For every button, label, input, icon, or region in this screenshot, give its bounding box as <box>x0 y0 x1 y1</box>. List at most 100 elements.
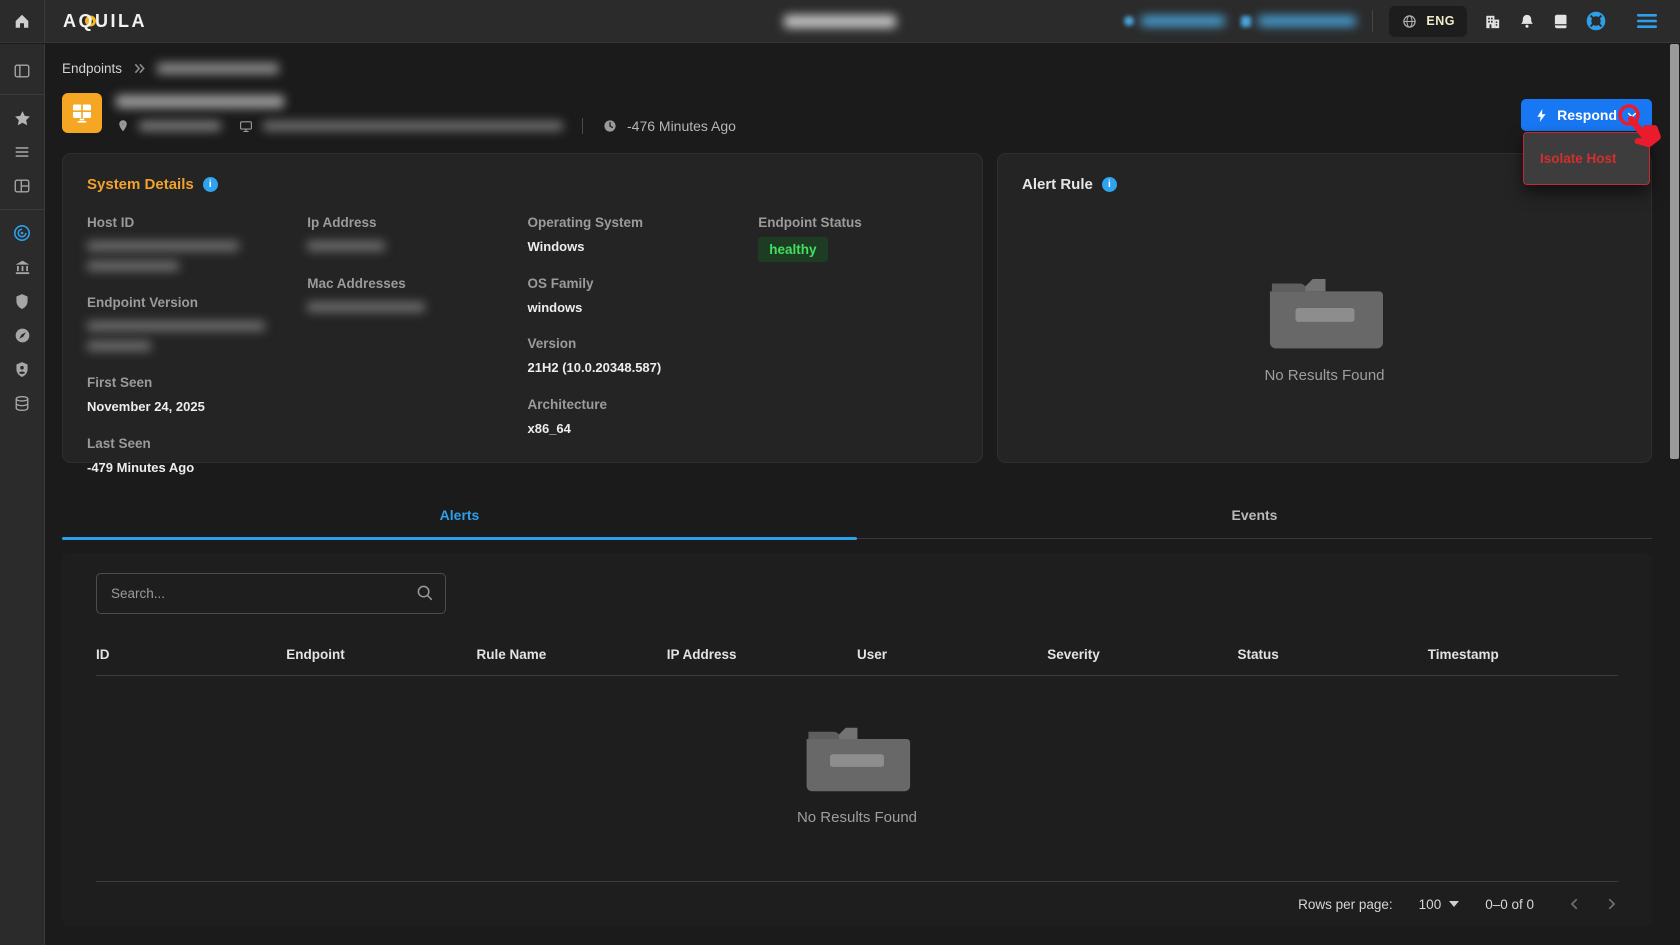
system-details-title: System Details <box>87 176 194 193</box>
alert-rule-empty-text: No Results Found <box>1264 367 1384 384</box>
architecture-value: x86_64 <box>528 419 749 439</box>
pagination-bar: Rows per page: 100 0–0 of 0 <box>96 882 1618 926</box>
host-os-redacted <box>263 121 563 131</box>
tab-alerts[interactable]: Alerts <box>62 507 857 538</box>
tab-bar: Alerts Events <box>62 507 1652 539</box>
empty-folder-icon <box>803 720 911 794</box>
endpoint-status-badge: healthy <box>758 237 827 262</box>
home-icon <box>13 12 31 30</box>
sidebar-item-dashboard[interactable] <box>0 318 45 352</box>
col-user: User <box>857 647 1047 662</box>
info-icon[interactable] <box>1102 177 1117 192</box>
sidebar-item-layout[interactable] <box>0 169 45 203</box>
notifications-button[interactable] <box>1518 12 1536 31</box>
windows-monitor-icon <box>70 101 94 125</box>
globe-icon <box>1401 13 1418 30</box>
isolate-host-menu-item[interactable]: Isolate Host <box>1524 133 1649 184</box>
breadcrumb: Endpoints <box>62 61 1652 76</box>
shield-icon <box>13 292 31 311</box>
sidebar-item-data[interactable] <box>0 386 45 420</box>
respond-dropdown: Isolate Host <box>1523 132 1650 185</box>
version-label: Version <box>528 336 749 351</box>
pagination-range: 0–0 of 0 <box>1485 897 1534 912</box>
operating-system-value: Windows <box>528 237 749 257</box>
sidebar-item-list[interactable] <box>0 135 45 169</box>
endpoint-status-label: Endpoint Status <box>758 215 958 230</box>
search-icon <box>415 583 435 603</box>
hamburger-menu-icon <box>1636 12 1658 30</box>
subinfo-divider <box>582 118 583 134</box>
respond-label: Respond <box>1557 107 1617 123</box>
sidebar-item-favorites[interactable] <box>0 101 45 135</box>
vertical-scrollbar <box>1670 44 1679 945</box>
endpoint-version-value-redacted <box>87 317 297 356</box>
sidebar-item-protection[interactable] <box>0 284 45 318</box>
col-rule-name: Rule Name <box>477 647 667 662</box>
pagination-controls <box>1568 897 1618 911</box>
double-chevron-icon <box>132 61 147 76</box>
host-last-seen: -476 Minutes Ago <box>627 118 736 134</box>
organization-button[interactable] <box>1483 12 1502 31</box>
star-icon <box>13 109 32 128</box>
sidebar-rail <box>0 44 45 945</box>
tab-events[interactable]: Events <box>857 507 1652 538</box>
book-icon <box>1552 12 1570 31</box>
menu-button[interactable] <box>1636 12 1658 30</box>
summary-cards: System Details Host ID Endpoint Version <box>62 153 1652 463</box>
docs-button[interactable] <box>1552 12 1570 31</box>
topbar-divider <box>1372 10 1373 32</box>
sidebar-item-organization[interactable] <box>0 250 45 284</box>
alerts-panel: ID Endpoint Rule Name IP Address User Se… <box>62 553 1652 926</box>
dot-icon <box>1124 16 1134 26</box>
caret-down-icon <box>1449 901 1459 907</box>
layout-icon <box>13 177 31 195</box>
list-icon <box>13 143 31 161</box>
breadcrumb-current-redacted <box>157 63 279 74</box>
mac-addresses-label: Mac Addresses <box>307 276 517 291</box>
brand-text: AQUILA <box>63 11 147 32</box>
radar-icon <box>12 223 32 243</box>
alerts-empty-state: No Results Found <box>96 720 1618 826</box>
breadcrumb-root-link[interactable]: Endpoints <box>62 61 122 76</box>
system-details-grid: Host ID Endpoint Version <box>87 215 958 496</box>
host-header: -476 Minutes Ago Respond Isolate Host <box>62 91 1652 134</box>
topbar-link-redacted-2[interactable] <box>1241 16 1356 27</box>
ip-address-label: Ip Address <box>307 215 517 230</box>
version-value: 21H2 (10.0.20348.587) <box>528 358 749 378</box>
topbar-link-redacted-1[interactable] <box>1124 16 1225 26</box>
host-subinfo: -476 Minutes Ago <box>116 118 736 134</box>
system-details-col-1: Host ID Endpoint Version <box>87 215 297 496</box>
rows-per-page-select[interactable]: 100 <box>1419 897 1460 912</box>
alerts-table-header: ID Endpoint Rule Name IP Address User Se… <box>96 647 1618 676</box>
col-id: ID <box>96 647 286 662</box>
host-id-value-redacted <box>87 237 297 276</box>
alert-rule-card: Alert Rule No Results Found <box>997 153 1652 463</box>
search-input[interactable] <box>96 573 446 614</box>
sidebar-item-endpoints-active[interactable] <box>0 216 45 250</box>
windows-host-icon <box>62 93 102 133</box>
next-page-button[interactable] <box>1604 897 1618 911</box>
sidebar-item-identity[interactable] <box>0 352 45 386</box>
language-selector[interactable]: ENG <box>1389 6 1467 37</box>
prev-page-button[interactable] <box>1568 897 1582 911</box>
sidebar-divider <box>0 209 45 210</box>
home-button[interactable] <box>0 0 45 42</box>
operating-system-label: Operating System <box>528 215 749 230</box>
col-timestamp: Timestamp <box>1428 647 1618 662</box>
info-icon[interactable] <box>203 177 218 192</box>
host-id-label: Host ID <box>87 215 297 230</box>
chevron-down-icon <box>1626 109 1638 121</box>
scrollbar-thumb[interactable] <box>1670 44 1679 459</box>
respond-button[interactable]: Respond <box>1521 99 1652 131</box>
organization-icon <box>1483 12 1502 31</box>
database-icon <box>13 394 31 413</box>
brand-logo[interactable]: AQUILA <box>63 11 147 32</box>
os-family-value: windows <box>528 298 749 318</box>
last-seen-label: Last Seen <box>87 436 297 451</box>
alert-rule-title: Alert Rule <box>1022 176 1093 193</box>
location-pin-icon <box>116 118 130 134</box>
bank-icon <box>13 258 32 277</box>
square-icon <box>1241 16 1251 27</box>
sidebar-item-panel-toggle[interactable] <box>0 54 45 88</box>
support-button[interactable] <box>1586 11 1606 31</box>
